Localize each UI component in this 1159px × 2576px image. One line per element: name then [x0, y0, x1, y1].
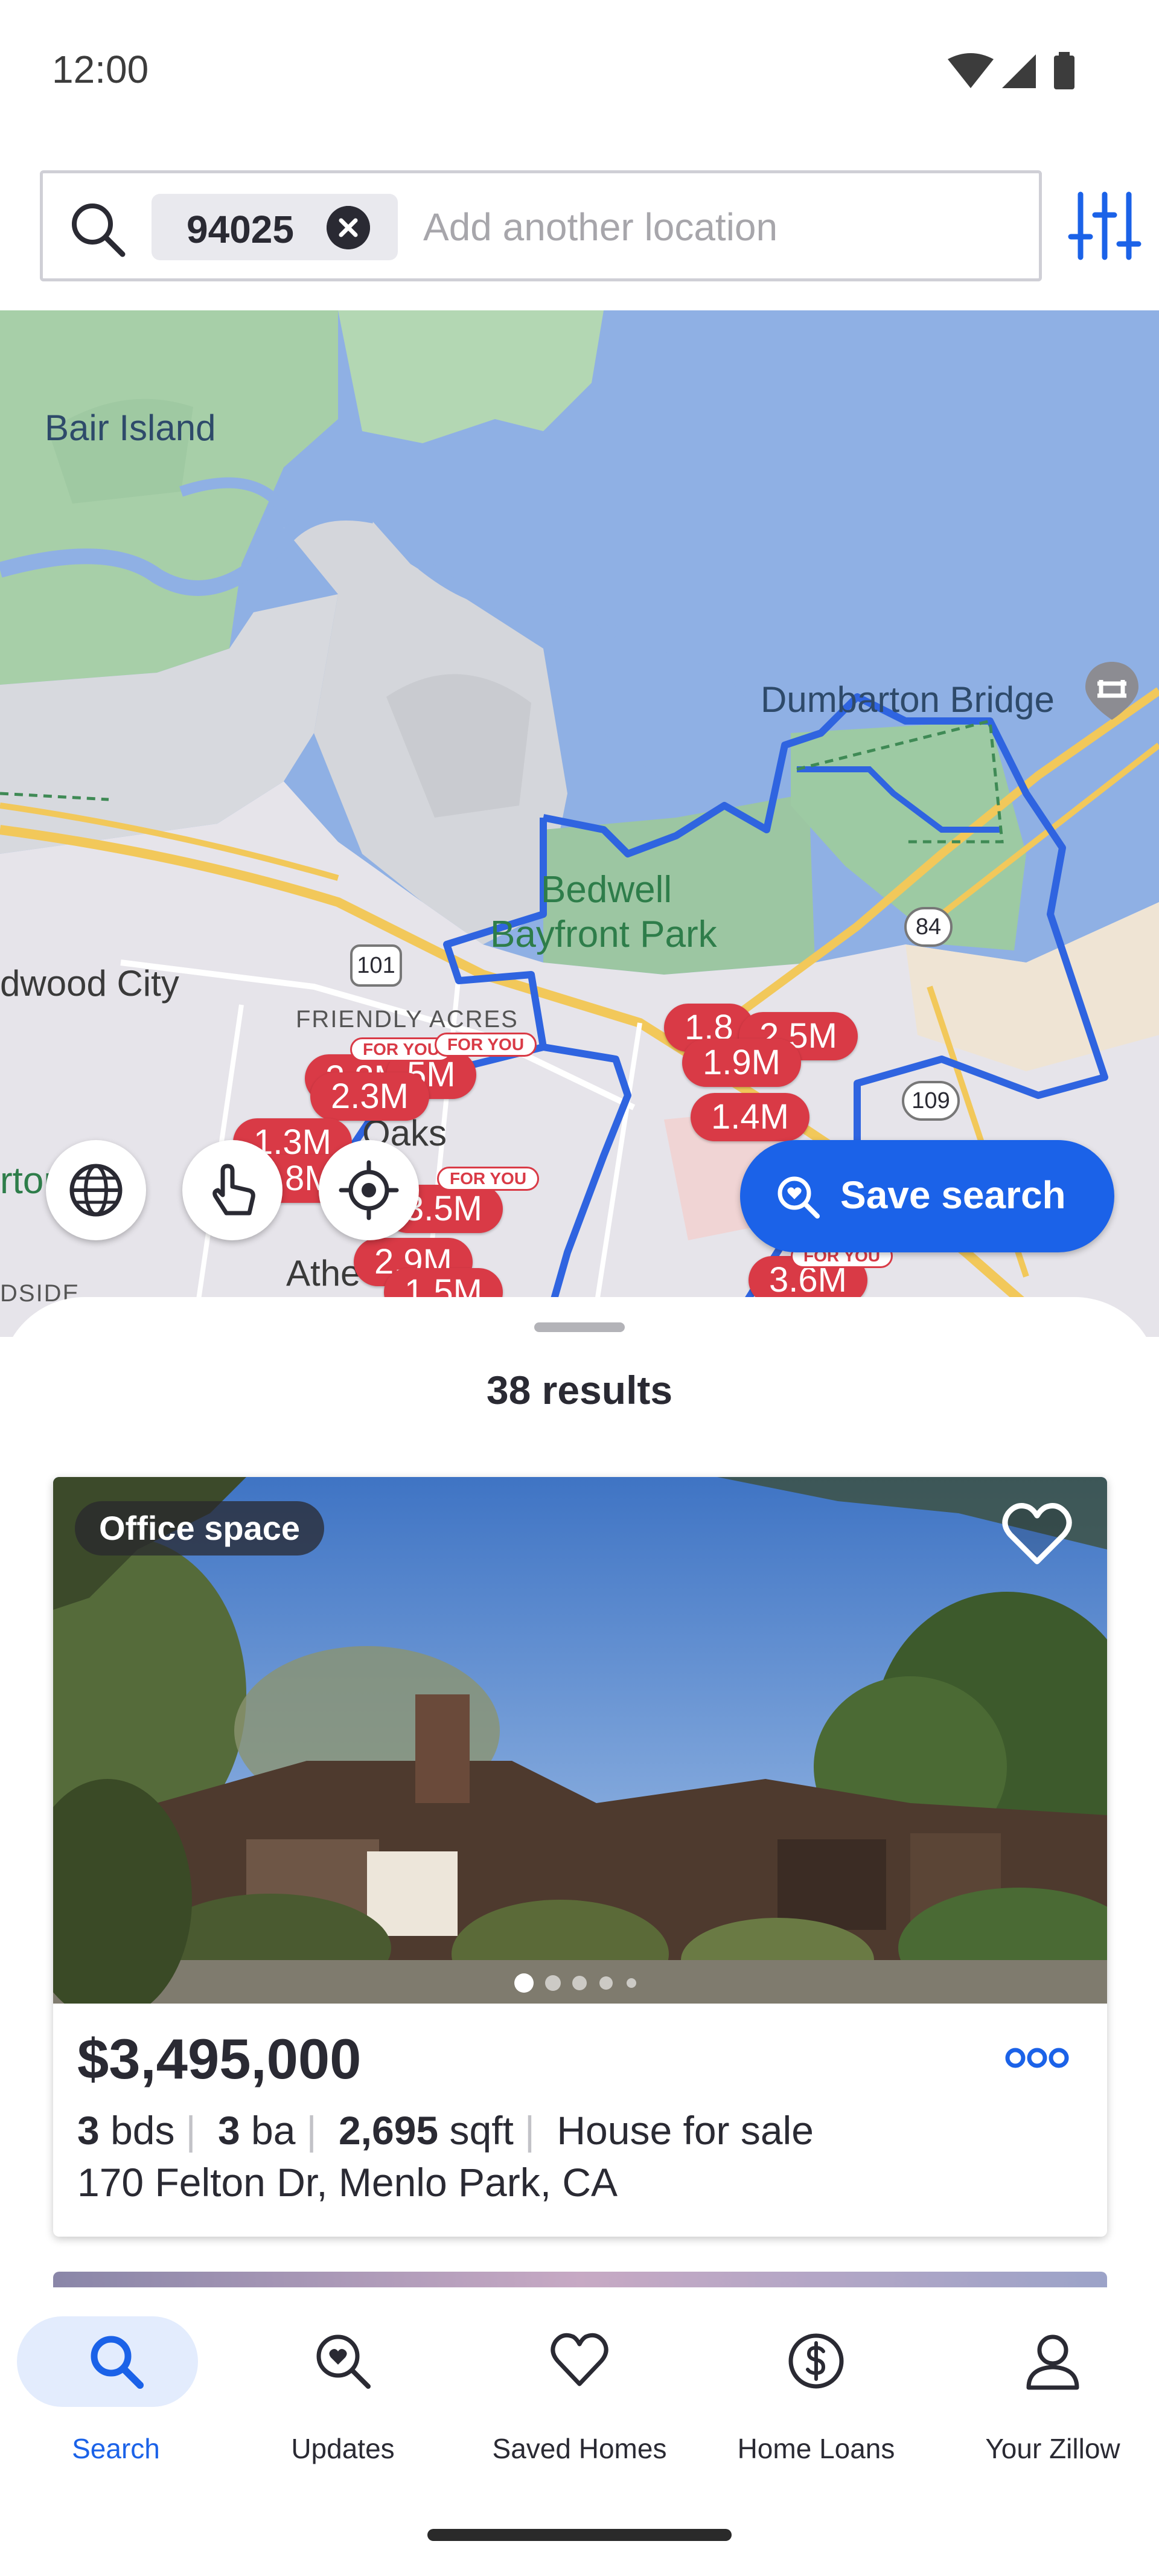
sheet-drag-handle[interactable] [534, 1322, 625, 1332]
save-search-icon [777, 1176, 820, 1219]
map-layers-button[interactable] [46, 1140, 146, 1240]
map-label-redwood-city: dwood City [0, 963, 179, 1004]
map-label-dumbarton-bridge: Dumbarton Bridge [761, 679, 1055, 720]
add-location-input[interactable] [423, 200, 1015, 254]
more-options-icon[interactable] [1001, 2034, 1073, 2082]
nav-item-updates[interactable]: Updates [227, 2287, 459, 2493]
map[interactable]: Bair Island Dumbarton Bridge Bedwell Bay… [0, 310, 1159, 1337]
for-you-tag: FOR YOU [437, 1167, 540, 1191]
bridge-icon [1085, 662, 1138, 720]
map-label-atherton: Athe [286, 1253, 361, 1293]
map-label-friendly-acres: FRIENDLY ACRES [296, 1006, 519, 1033]
person-icon [1026, 2334, 1079, 2390]
listing-address: 170 Felton Dr, Menlo Park, CA [77, 2160, 618, 2205]
cellular-signal-icon [1002, 54, 1036, 88]
nav-label-updates: Updates [291, 2433, 395, 2464]
nav-label-home-loans: Home Loans [737, 2433, 895, 2464]
clear-location-icon[interactable] [327, 206, 370, 249]
listing-photo-image [53, 1477, 1107, 2004]
price-pin[interactable]: 1.9M [682, 1039, 801, 1087]
results-count: 38 results [486, 1368, 673, 1412]
nav-label-saved-homes: Saved Homes [492, 2433, 667, 2464]
listing-card[interactable]: Office space $3,495,000 3 bds | 3 ba | 2,6… [53, 1477, 1107, 2237]
hwy-101-shield: 101 [350, 944, 402, 987]
wifi-icon [948, 53, 994, 88]
map-label-bayfront-park: Bayfront Park [490, 914, 717, 955]
listing-photo[interactable]: Office space [53, 1477, 1107, 2004]
listing-type: House for sale [557, 2108, 814, 2153]
nav-item-saved-homes[interactable]: Saved Homes [464, 2287, 695, 2493]
listing-baths-unit: ba [251, 2108, 296, 2153]
filters-icon[interactable] [1067, 188, 1142, 263]
nav-item-search[interactable]: Search [0, 2287, 232, 2493]
map-label-bedwell: Bedwell [541, 869, 672, 911]
draw-boundary-button[interactable] [182, 1140, 283, 1240]
photo-pagination-dots [514, 1973, 636, 1993]
listing-baths: 3 [217, 2108, 240, 2153]
map-label-bair-island: Bair Island [45, 408, 216, 448]
dollar-icon [788, 2333, 844, 2389]
status-icons [948, 52, 1074, 89]
hand-draw-icon [212, 1164, 255, 1216]
location-chip[interactable]: 94025 [152, 194, 398, 260]
nav-item-home-loans[interactable]: Home Loans [700, 2287, 932, 2493]
status-time: 12:00 [52, 48, 149, 91]
price-pin[interactable]: 2.3M [310, 1072, 429, 1121]
my-location-button[interactable] [319, 1140, 419, 1240]
search-bar[interactable]: 94025 [40, 170, 1042, 281]
hwy-84-shield: 84 [904, 907, 953, 947]
hwy-109-shield: 109 [902, 1081, 960, 1121]
listing-badge: Office space [75, 1501, 325, 1556]
listing-sqft: 2,695 [338, 2108, 439, 2153]
battery-icon [1054, 52, 1074, 89]
search-icon [91, 2336, 144, 2389]
nav-label-search: Search [72, 2433, 160, 2464]
status-bar: 12:00 [0, 0, 1159, 139]
listing-facts: 3 bds | 3 ba | 2,695 sqft | House for sale [77, 2108, 814, 2153]
results-sheet[interactable]: 38 results Office space $3,495,000 3 bds… [0, 1297, 1159, 2287]
for-you-tag: FOR YOU [435, 1033, 537, 1057]
listing-beds: 3 [77, 2108, 100, 2153]
listing-beds-unit: bds [110, 2108, 175, 2153]
heart-icon [551, 2333, 608, 2386]
price-pin[interactable]: 1.4M [691, 1093, 809, 1141]
globe-icon [69, 1164, 123, 1217]
save-home-heart-icon[interactable] [1001, 1501, 1073, 1568]
home-indicator[interactable] [427, 2529, 732, 2541]
location-chip-label: 94025 [187, 208, 294, 251]
save-search-label: Save search [840, 1173, 1066, 1217]
nav-item-your-zillow[interactable]: Your Zillow [937, 2287, 1159, 2493]
listing-sqft-unit: sqft [449, 2108, 514, 2153]
next-listing-card[interactable] [53, 2272, 1107, 2287]
crosshair-icon [339, 1160, 399, 1220]
updates-icon [316, 2334, 371, 2389]
save-search-button[interactable]: Save search [740, 1140, 1114, 1252]
nav-label-your-zillow: Your Zillow [985, 2433, 1120, 2464]
search-icon [72, 203, 126, 257]
listing-price: $3,495,000 [77, 2027, 362, 2091]
